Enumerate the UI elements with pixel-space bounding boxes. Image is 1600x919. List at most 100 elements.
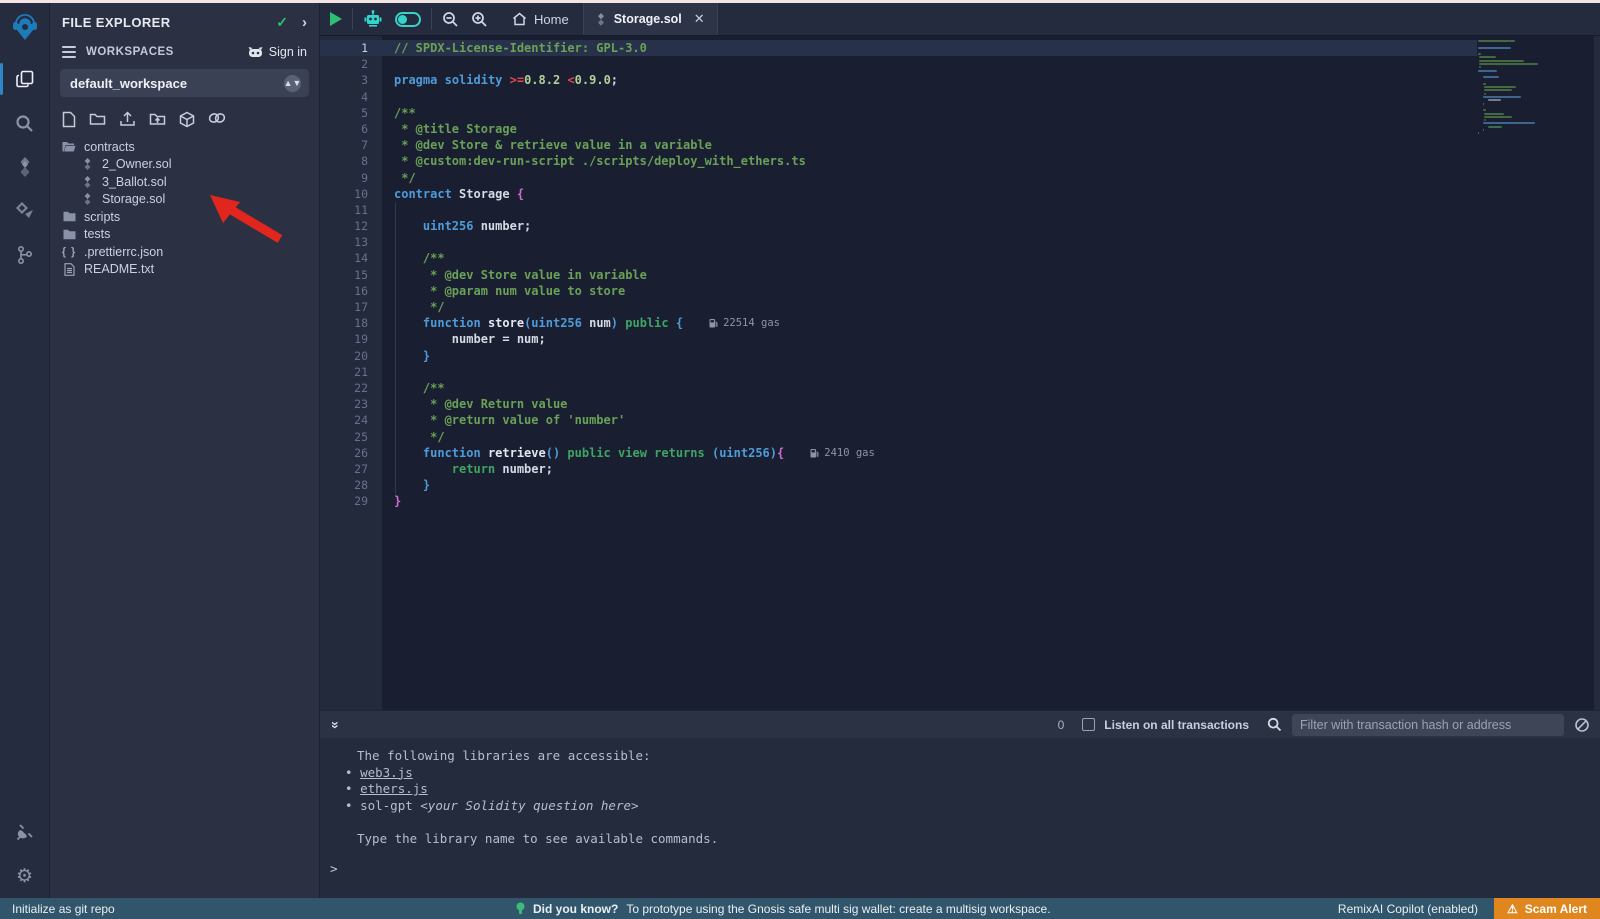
- solidity-compiler-icon[interactable]: [0, 145, 50, 189]
- new-folder-icon[interactable]: [89, 111, 106, 128]
- workspace-menu-icon[interactable]: [62, 46, 76, 58]
- code-line-4[interactable]: 4: [320, 89, 1600, 105]
- cube-icon[interactable]: [179, 111, 195, 128]
- close-tab-icon[interactable]: ✕: [694, 11, 705, 27]
- solidity-icon: [80, 176, 94, 188]
- upload-folder-icon[interactable]: [149, 111, 166, 128]
- web3-link[interactable]: web3.js: [360, 765, 413, 780]
- code-line-16[interactable]: 16 * @param num value to store: [320, 283, 1600, 299]
- tree-item-2-owner-sol[interactable]: 2_Owner.sol: [50, 156, 319, 174]
- code-text: contract Storage {: [394, 186, 524, 202]
- signin-button[interactable]: Sign in: [248, 45, 307, 59]
- solgpt-hint: <your Solidity question here>: [420, 798, 638, 813]
- code-line-13[interactable]: 13: [320, 234, 1600, 250]
- code-line-3[interactable]: 3pragma solidity >=0.8.2 <0.9.0;: [320, 72, 1600, 88]
- code-line-5[interactable]: 5/**: [320, 105, 1600, 121]
- new-file-icon[interactable]: [62, 111, 76, 128]
- clear-filter-icon[interactable]: [1574, 717, 1590, 733]
- line-number: 7: [320, 137, 368, 153]
- plugin-manager-icon[interactable]: [0, 810, 50, 854]
- line-number: 28: [320, 477, 368, 493]
- tree-item-readme-txt[interactable]: README.txt: [50, 261, 319, 279]
- zoom-in-icon[interactable]: [471, 11, 488, 28]
- line-number: 1: [320, 40, 368, 56]
- copilot-toggle[interactable]: [395, 12, 421, 27]
- settings-gear-icon[interactable]: ⚙: [0, 854, 50, 898]
- folder-icon: [62, 211, 76, 222]
- terminal-prompt[interactable]: >: [330, 861, 338, 876]
- code-line-23[interactable]: 23 * @dev Return value: [320, 396, 1600, 412]
- upload-file-icon[interactable]: [119, 111, 136, 128]
- code-line-25[interactable]: 25 */: [320, 429, 1600, 445]
- tree-item--prettierrc-json[interactable]: { }.prettierrc.json: [50, 243, 319, 261]
- tree-item-scripts[interactable]: scripts: [50, 208, 319, 226]
- code-line-9[interactable]: 9 */: [320, 170, 1600, 186]
- code-line-29[interactable]: 29}: [320, 493, 1600, 509]
- file-explorer-panel: FILE EXPLORER ✓ › WORKSPACES Sign in def…: [50, 3, 320, 898]
- code-text: * @return value of 'number': [394, 412, 625, 428]
- tab-storage-sol[interactable]: Storage.sol ✕: [583, 3, 718, 35]
- terminal-search-icon[interactable]: [1267, 717, 1282, 732]
- editor-scrollbar[interactable]: [1594, 36, 1600, 710]
- code-line-8[interactable]: 8 * @custom:dev-run-script ./scripts/dep…: [320, 153, 1600, 169]
- line-number: 4: [320, 89, 368, 105]
- tree-item-contracts[interactable]: contracts: [50, 138, 319, 156]
- code-line-12[interactable]: 12 uint256 number;: [320, 218, 1600, 234]
- link-icon[interactable]: [208, 111, 226, 128]
- tab-home[interactable]: Home: [498, 3, 583, 35]
- code-editor[interactable]: 1// SPDX-License-Identifier: GPL-3.023pr…: [320, 36, 1600, 710]
- git-icon[interactable]: [0, 233, 50, 277]
- line-number: 19: [320, 331, 368, 347]
- line-number: 26: [320, 445, 368, 461]
- line-number: 9: [320, 170, 368, 186]
- listen-checkbox[interactable]: [1082, 718, 1095, 731]
- code-line-28[interactable]: 28 }: [320, 477, 1600, 493]
- code-line-18[interactable]: 18 function store(uint256 num) public {2…: [320, 315, 1600, 331]
- code-line-21[interactable]: 21: [320, 364, 1600, 380]
- code-line-6[interactable]: 6 * @title Storage: [320, 121, 1600, 137]
- code-text: * @dev Return value: [394, 396, 567, 412]
- tree-item-3-ballot-sol[interactable]: 3_Ballot.sol: [50, 173, 319, 191]
- remix-logo-icon[interactable]: [9, 11, 41, 43]
- deploy-run-icon[interactable]: [0, 189, 50, 233]
- code-line-20[interactable]: 20 }: [320, 348, 1600, 364]
- line-number: 16: [320, 283, 368, 299]
- code-line-11[interactable]: 11: [320, 202, 1600, 218]
- code-line-2[interactable]: 2: [320, 56, 1600, 72]
- line-number: 20: [320, 348, 368, 364]
- panel-chevron-icon[interactable]: ›: [302, 14, 307, 31]
- ai-copilot-robot-icon[interactable]: [363, 9, 383, 29]
- scam-alert-button[interactable]: ⚠ Scam Alert: [1494, 898, 1600, 919]
- code-line-7[interactable]: 7 * @dev Store & retrieve value in a var…: [320, 137, 1600, 153]
- git-init-button[interactable]: Initialize as git repo: [0, 902, 115, 916]
- tree-item-tests[interactable]: tests: [50, 226, 319, 244]
- run-script-button[interactable]: [330, 12, 342, 26]
- line-number: 8: [320, 153, 368, 169]
- code-line-1[interactable]: 1// SPDX-License-Identifier: GPL-3.0: [320, 40, 1477, 56]
- code-line-27[interactable]: 27 return number;: [320, 461, 1600, 477]
- workspace-sort-icon[interactable]: ▲▼: [284, 75, 301, 92]
- ethers-link[interactable]: ethers.js: [360, 781, 428, 796]
- code-line-19[interactable]: 19 number = num;: [320, 331, 1600, 347]
- editor-minimap[interactable]: [1478, 40, 1544, 136]
- terminal-output[interactable]: The following libraries are accessible: …: [320, 738, 1600, 898]
- compile-check-icon: ✓: [276, 14, 288, 31]
- code-line-15[interactable]: 15 * @dev Store value in variable: [320, 267, 1600, 283]
- code-line-17[interactable]: 17 */: [320, 299, 1600, 315]
- code-line-24[interactable]: 24 * @return value of 'number': [320, 412, 1600, 428]
- workspace-select[interactable]: default_workspace ▲▼: [60, 69, 309, 97]
- search-icon[interactable]: [0, 101, 50, 145]
- code-text: */: [394, 170, 416, 186]
- zoom-out-icon[interactable]: [442, 11, 459, 28]
- code-line-22[interactable]: 22 /**: [320, 380, 1600, 396]
- transaction-filter-input[interactable]: [1292, 714, 1564, 736]
- code-line-14[interactable]: 14 /**: [320, 250, 1600, 266]
- code-line-10[interactable]: 10contract Storage {: [320, 186, 1600, 202]
- tree-item-storage-sol[interactable]: Storage.sol: [50, 191, 319, 209]
- code-line-26[interactable]: 26 function retrieve() public view retur…: [320, 445, 1600, 461]
- terminal-collapse-icon[interactable]: »: [328, 721, 344, 729]
- copilot-status[interactable]: RemixAI Copilot (enabled): [1338, 902, 1478, 916]
- line-number: 15: [320, 267, 368, 283]
- code-text: number = num;: [394, 331, 546, 347]
- file-explorer-icon[interactable]: [0, 57, 50, 101]
